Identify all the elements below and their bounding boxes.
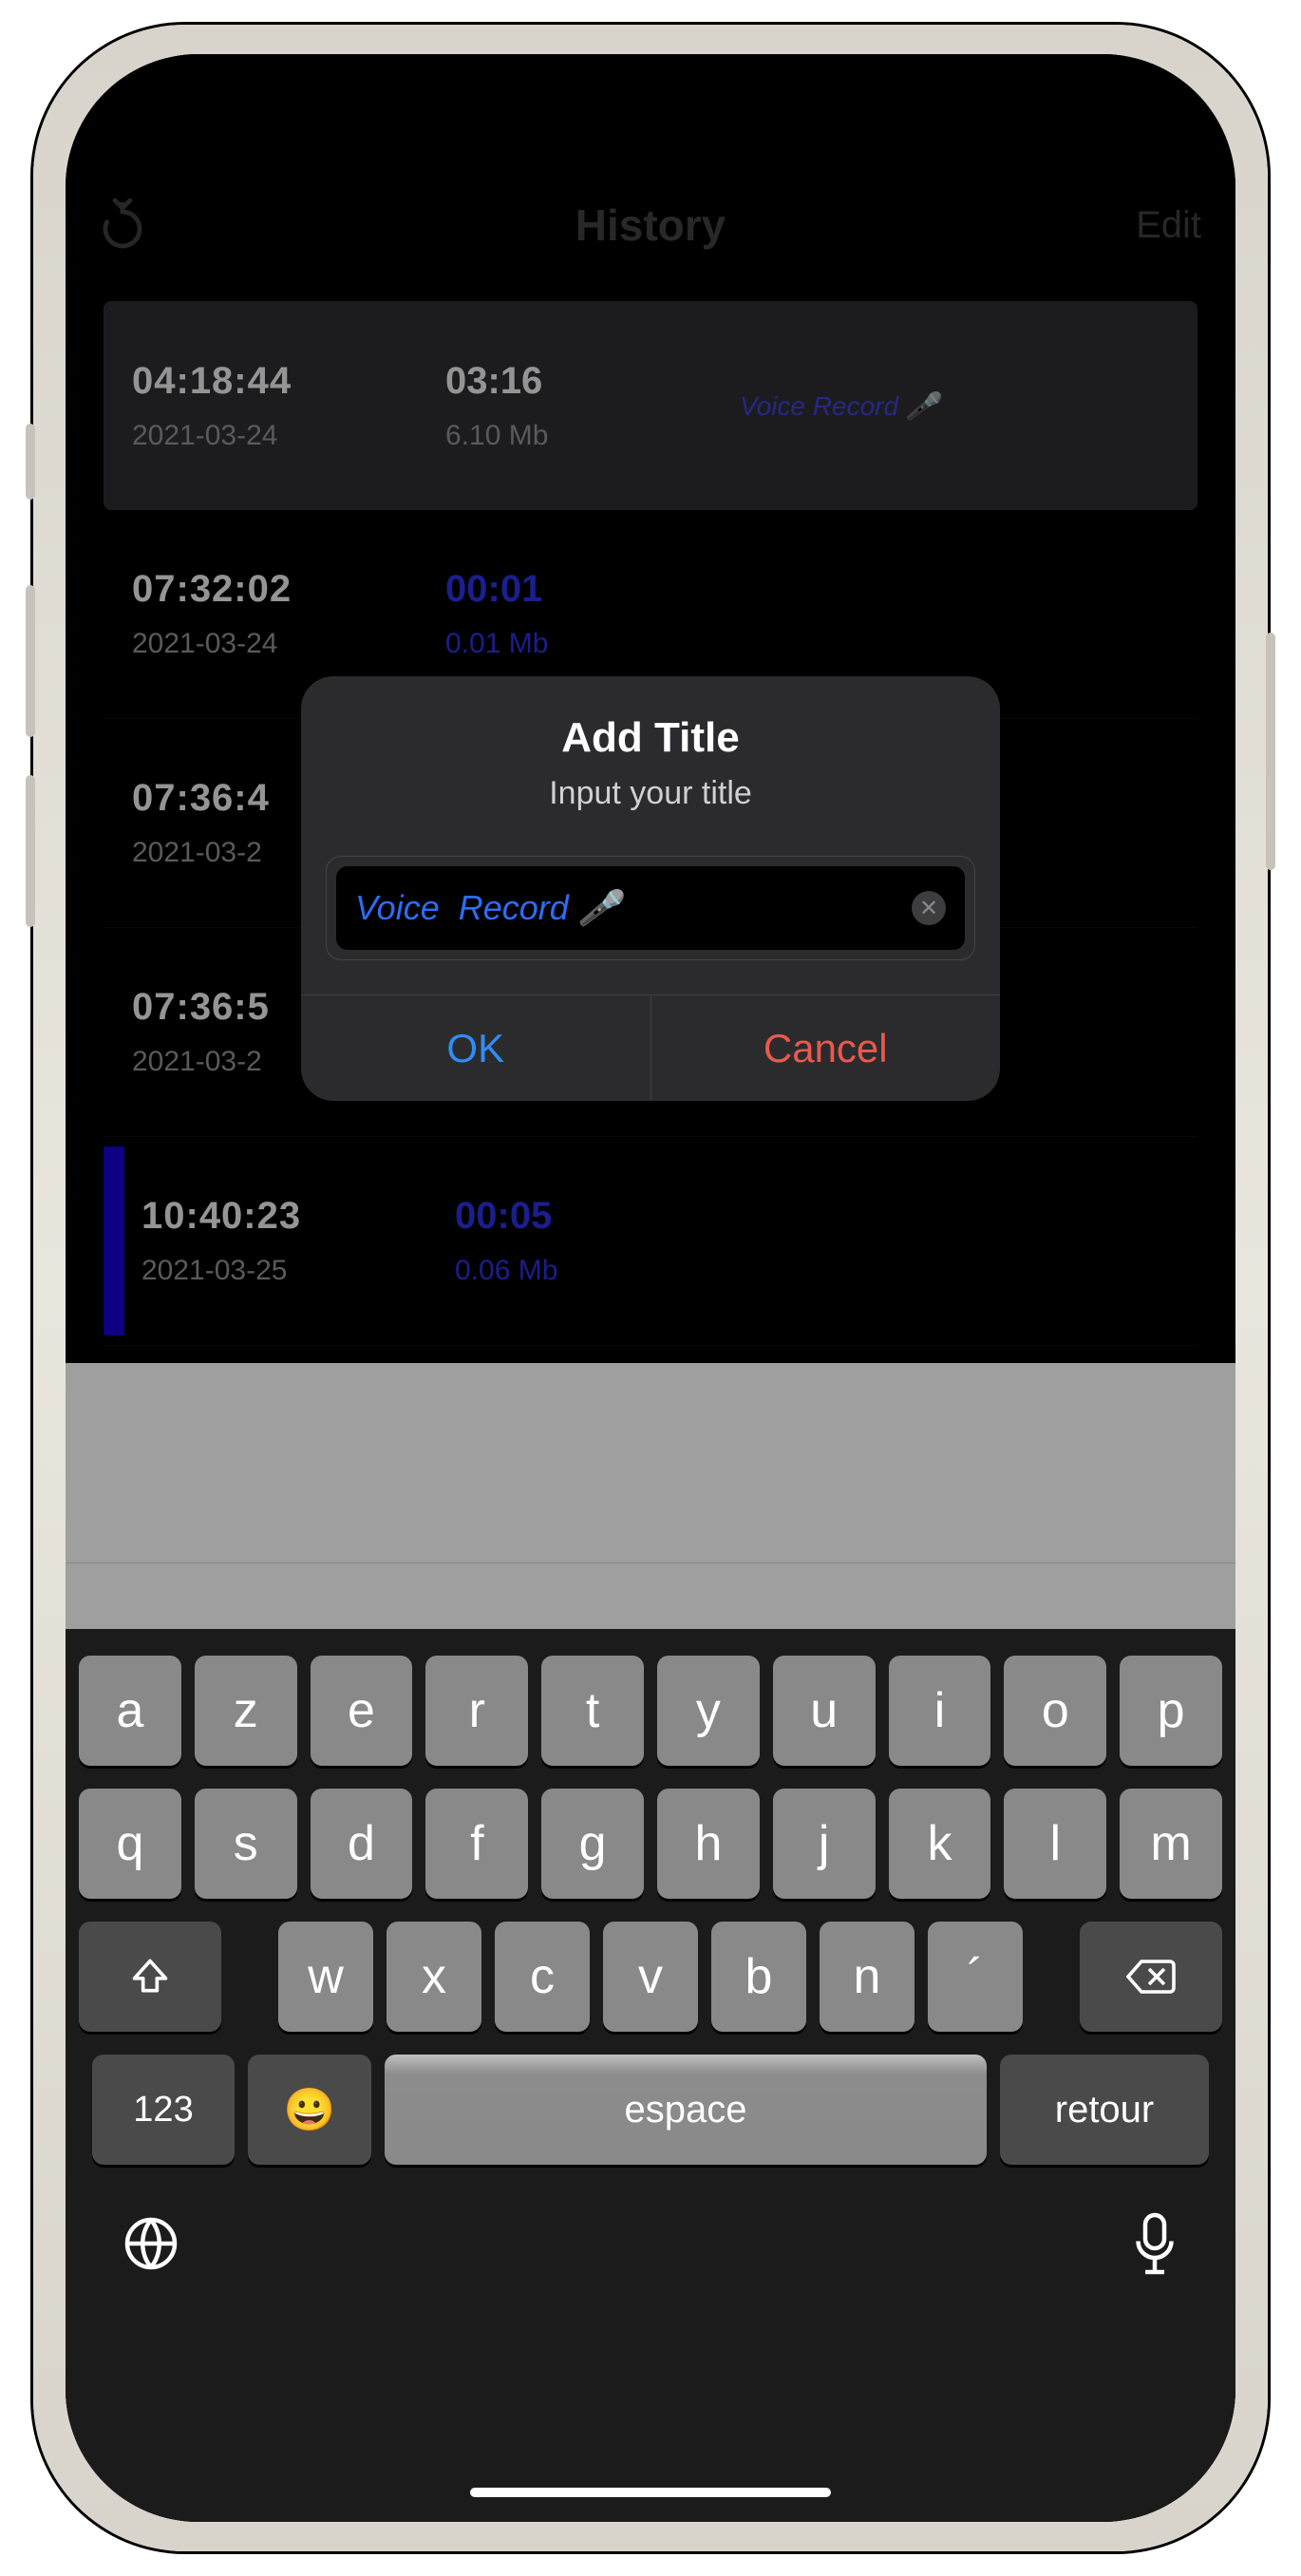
add-title-dialog: Add Title Input your title ✕ [301,676,1000,1101]
dialog-actions: OK Cancel [301,994,1000,1101]
close-icon: ✕ [919,895,938,922]
key-z[interactable]: z [195,1656,297,1766]
key-x[interactable]: x [387,1922,481,2032]
key-k[interactable]: k [889,1789,991,1899]
spacer [235,1922,265,2032]
key-w[interactable]: w [278,1922,373,2032]
side-button [26,424,35,500]
keyboard-footer [66,2165,1235,2275]
backspace-icon [1126,1958,1176,1996]
clear-button[interactable]: ✕ [912,891,946,925]
volume-down-button [26,775,35,927]
key-t[interactable]: t [541,1656,644,1766]
power-button [1266,633,1275,870]
key-d[interactable]: d [311,1789,413,1899]
keyboard-row-3: w x c v b n ´ [79,1922,1222,2032]
keyboard: a z e r t y u i o p q [66,1363,1235,2522]
microphone-icon [1131,2212,1178,2275]
dialog-field-outer: ✕ [326,856,975,960]
key-q[interactable]: q [79,1789,181,1899]
dialog-header: Add Title Input your title [301,676,1000,837]
backspace-key[interactable] [1080,1922,1222,2032]
keyboard-rows: a z e r t y u i o p q [66,1629,1235,2165]
key-p[interactable]: p [1120,1656,1222,1766]
return-key[interactable]: retour [1000,2055,1209,2165]
key-f[interactable]: f [425,1789,528,1899]
shift-icon [129,1956,171,1998]
phone-screen-container: History Edit 04:18:44 2021-03-24 03:16 6… [66,54,1235,2522]
dialog-field: ✕ [336,866,965,950]
key-l[interactable]: l [1004,1789,1106,1899]
key-h[interactable]: h [657,1789,760,1899]
key-o[interactable]: o [1004,1656,1106,1766]
globe-button[interactable] [123,2215,179,2272]
dictation-button[interactable] [1131,2212,1178,2275]
shift-key[interactable] [79,1922,221,2032]
dialog-title: Add Title [330,714,971,762]
keyboard-row-2: q s d f g h j k l m [79,1789,1222,1899]
phone-body: History Edit 04:18:44 2021-03-24 03:16 6… [33,25,1268,2551]
key-v[interactable]: v [603,1922,698,2032]
dialog-subtitle: Input your title [330,775,971,812]
key-m[interactable]: m [1120,1789,1222,1899]
device-frame: History Edit 04:18:44 2021-03-24 03:16 6… [0,0,1301,2576]
home-indicator[interactable] [470,2488,831,2497]
keyboard-row-1: a z e r t y u i o p [79,1656,1222,1766]
keyboard-suggestion-bar[interactable] [66,1363,1235,1629]
spacer [1036,1922,1066,2032]
dialog-field-wrap: ✕ [301,837,1000,994]
key-s[interactable]: s [195,1789,297,1899]
key-r[interactable]: r [425,1656,528,1766]
globe-icon [123,2215,179,2272]
keyboard-row-4: 123 😀 espace retour [79,2055,1222,2165]
key-j[interactable]: j [773,1789,876,1899]
key-c[interactable]: c [495,1922,590,2032]
key-b[interactable]: b [711,1922,806,2032]
key-y[interactable]: y [657,1656,760,1766]
key-a[interactable]: a [79,1656,181,1766]
volume-up-button [26,585,35,737]
ok-button[interactable]: OK [301,995,651,1101]
key-e[interactable]: e [311,1656,413,1766]
key-i[interactable]: i [889,1656,991,1766]
key-g[interactable]: g [541,1789,644,1899]
space-key[interactable]: espace [385,2055,987,2165]
numeric-key[interactable]: 123 [92,2055,235,2165]
cancel-button[interactable]: Cancel [651,995,1001,1101]
title-input[interactable] [355,888,912,928]
key-accent[interactable]: ´ [928,1922,1023,2032]
screen: History Edit 04:18:44 2021-03-24 03:16 6… [66,54,1235,2522]
key-u[interactable]: u [773,1656,876,1766]
emoji-key[interactable]: 😀 [248,2055,371,2165]
key-n[interactable]: n [820,1922,914,2032]
